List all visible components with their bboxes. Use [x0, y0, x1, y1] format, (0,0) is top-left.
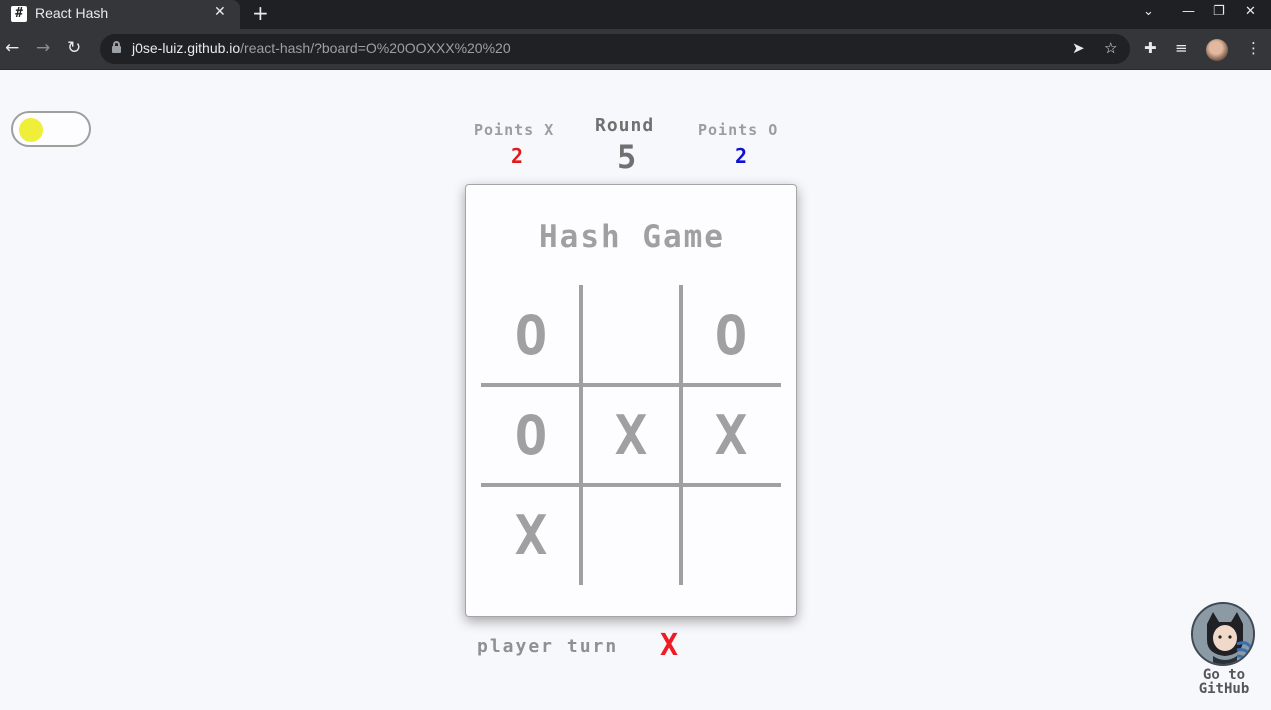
forward-arrow-icon[interactable]: →	[36, 38, 50, 58]
board-cell-7[interactable]: X	[481, 485, 581, 585]
board-cell-4[interactable]: O	[481, 385, 581, 485]
board-cell-3[interactable]: O	[681, 285, 781, 385]
restore-window-icon[interactable]: ❐	[1213, 4, 1225, 19]
game-board: O O O X X X	[481, 285, 781, 585]
board-cell-5[interactable]: X	[581, 385, 681, 485]
browser-tab-bar: # React Hash ✕ + ⌄ — ❐ ✕	[0, 0, 1271, 29]
media-queue-icon[interactable]: ≡	[1175, 39, 1188, 57]
github-avatar-icon	[1191, 602, 1255, 666]
github-link-label: Go to GitHub	[1198, 667, 1250, 697]
toggle-knob	[19, 118, 43, 142]
extensions-puzzle-icon[interactable]: ✚	[1144, 39, 1157, 57]
round-label: Round	[595, 115, 655, 136]
minimize-window-icon[interactable]: —	[1182, 4, 1195, 19]
hash-favicon-icon: #	[11, 6, 27, 22]
game-card: Hash Game O O O X X X	[465, 184, 797, 617]
board-cell-2[interactable]	[581, 285, 681, 385]
theme-toggle[interactable]	[11, 111, 91, 147]
board-cell-6[interactable]: X	[681, 385, 781, 485]
points-x-label: Points X	[474, 121, 555, 139]
board-cell-8[interactable]	[581, 485, 681, 585]
current-player-mark: X	[660, 628, 679, 663]
points-x-value: 2	[511, 144, 524, 168]
close-window-icon[interactable]: ✕	[1245, 4, 1256, 19]
address-bar[interactable]: j0se-luiz.github.io/react-hash/?board=O%…	[100, 34, 1130, 64]
url-path: /react-hash/?board=O%20OOXXX%20%20	[240, 40, 511, 56]
lock-icon[interactable]	[112, 41, 121, 54]
send-to-devices-icon[interactable]: ➤	[1072, 39, 1085, 57]
player-turn-label: player turn	[477, 636, 619, 657]
round-value: 5	[617, 138, 637, 176]
menu-kebab-icon[interactable]: ⋮	[1246, 39, 1261, 57]
back-arrow-icon[interactable]: ←	[5, 38, 19, 58]
close-tab-icon[interactable]: ✕	[214, 4, 226, 20]
bookmark-star-icon[interactable]: ☆	[1104, 39, 1117, 57]
url-host: j0se-luiz.github.io	[132, 40, 241, 56]
new-tab-icon[interactable]: +	[252, 1, 269, 25]
points-o-value: 2	[735, 144, 748, 168]
browser-toolbar: ← → ↻ j0se-luiz.github.io/react-hash/?bo…	[0, 29, 1271, 70]
reload-icon[interactable]: ↻	[67, 38, 81, 58]
url-text[interactable]: j0se-luiz.github.io/react-hash/?board=O%…	[132, 40, 511, 56]
board-cell-9[interactable]	[681, 485, 781, 585]
browser-tab[interactable]: # React Hash ✕	[0, 0, 240, 29]
github-link[interactable]: Go to GitHub	[1186, 600, 1266, 700]
points-o-label: Points O	[698, 121, 779, 139]
board-cell-1[interactable]: O	[481, 285, 581, 385]
tab-title: React Hash	[35, 5, 109, 21]
profile-avatar[interactable]	[1206, 39, 1228, 61]
tab-search-chevron-icon[interactable]: ⌄	[1143, 4, 1154, 19]
game-title: Hash Game	[539, 219, 725, 255]
